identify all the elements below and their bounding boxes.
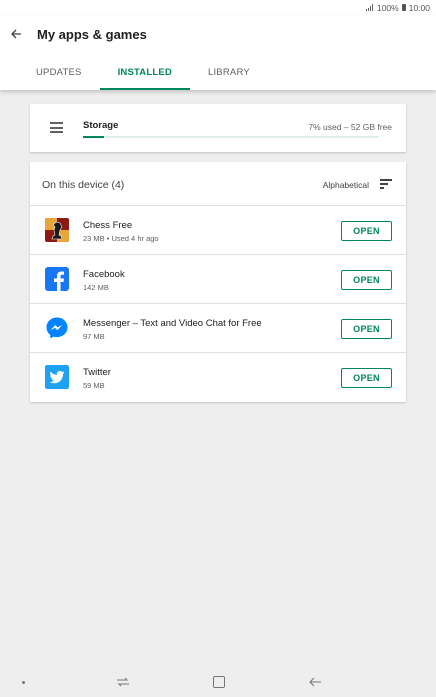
device-apps-title: On this device (4) [42, 179, 125, 191]
back-arrow-icon [11, 29, 21, 39]
page-title: My apps & games [37, 27, 147, 42]
app-meta: 97 MB [83, 332, 105, 341]
app-meta: 23 MB • Used 4 hr ago [83, 234, 159, 243]
app-row-messenger[interactable]: Messenger – Text and Video Chat for Free… [30, 304, 406, 353]
back-button[interactable] [6, 24, 26, 44]
tab-updates[interactable]: UPDATES [18, 55, 100, 90]
app-row-twitter[interactable]: Twitter 59 MB OPEN [30, 353, 406, 402]
battery-percent: 100% [376, 2, 399, 13]
open-facebook-button[interactable]: OPEN [341, 270, 392, 290]
sort-icon[interactable] [380, 179, 392, 189]
app-meta: 142 MB [83, 283, 109, 292]
storage-progress-fill [83, 136, 104, 138]
recent-apps-icon[interactable] [116, 676, 130, 688]
app-name: Twitter [83, 367, 111, 378]
tab-bar: UPDATES INSTALLED LIBRARY [18, 55, 268, 90]
open-twitter-button[interactable]: OPEN [341, 368, 392, 388]
facebook-app-icon [45, 267, 69, 291]
tab-library[interactable]: LIBRARY [190, 55, 268, 90]
system-nav-bar [0, 669, 436, 697]
storage-card[interactable]: Storage 7% used – 52 GB free [30, 104, 406, 152]
status-bar: 100% 10:00 [0, 0, 436, 15]
storage-usage-text: 7% used – 52 GB free [308, 122, 392, 132]
home-button-icon[interactable] [213, 676, 225, 688]
app-name: Facebook [83, 269, 125, 280]
storage-icon [50, 122, 63, 133]
app-bar: My apps & games UPDATES INSTALLED LIBRAR… [0, 15, 436, 90]
app-row-chess-free[interactable]: Chess Free 23 MB • Used 4 hr ago OPEN [30, 206, 406, 255]
open-chess-free-button[interactable]: OPEN [341, 221, 392, 241]
sort-label[interactable]: Alphabetical [323, 180, 369, 190]
twitter-app-icon [45, 365, 69, 389]
app-row-facebook[interactable]: Facebook 142 MB OPEN [30, 255, 406, 304]
messenger-app-icon [45, 316, 69, 340]
nav-back-icon[interactable] [308, 675, 322, 689]
chess-free-app-icon [45, 218, 69, 242]
list-header: On this device (4) Alphabetical [30, 162, 406, 206]
tab-installed[interactable]: INSTALLED [99, 55, 191, 90]
nav-dot-icon[interactable] [22, 681, 25, 684]
storage-label: Storage [83, 120, 119, 131]
signal-icon [365, 4, 374, 11]
app-name: Chess Free [83, 220, 133, 231]
app-name: Messenger – Text and Video Chat for Free [83, 318, 262, 329]
storage-progress-bar [83, 136, 379, 138]
installed-apps-card: On this device (4) Alphabetical Chess Fr… [30, 162, 406, 402]
open-messenger-button[interactable]: OPEN [341, 319, 392, 339]
battery-icon [401, 4, 406, 11]
app-meta: 59 MB [83, 381, 105, 390]
clock: 10:00 [408, 2, 430, 13]
